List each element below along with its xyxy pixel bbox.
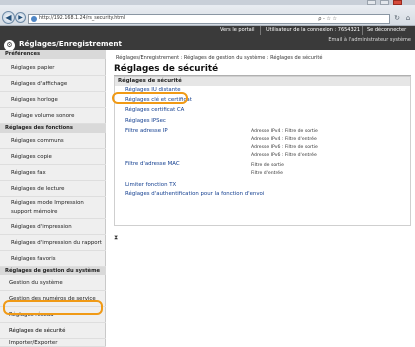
back-icon[interactable]: ◀ — [2, 11, 15, 24]
address-bar[interactable]: http://192.168.1.24/rs_security.html ρ -… — [28, 14, 390, 24]
url-text: http://192.168.1.24/rs_security.html — [39, 16, 126, 21]
sidebar-item-paper[interactable]: Réglages papier — [0, 60, 106, 76]
ip-filter-note: Adresse IPv4 : Filtre de sortie — [251, 129, 318, 134]
sidebar-item-clock[interactable]: Réglages horloge — [0, 92, 106, 108]
admin-email-link[interactable]: Email à l'administrateur système — [328, 37, 411, 43]
sidebar-item-print[interactable]: Réglages d'impression — [0, 219, 106, 235]
link-limit-tx[interactable]: Limiter fonction TX — [125, 182, 176, 188]
sidebar-item-display[interactable]: Réglages d'affichage — [0, 76, 106, 92]
sidebar-item-copy[interactable]: Réglages copie — [0, 149, 106, 165]
sidebar-section-functions: Réglages des fonctions — [0, 124, 106, 133]
home-icon[interactable]: ⌂ — [404, 14, 412, 23]
header-divider — [362, 26, 363, 35]
ip-filter-note: Adresse IPv4 : Filtre d'entrée — [251, 137, 317, 142]
sidebar-item-security[interactable]: Réglages de sécurité — [0, 323, 106, 339]
sidebar-section-system: Réglages de gestion du système — [0, 267, 106, 275]
link-ca-certificate[interactable]: Réglages certificat CA — [125, 107, 184, 113]
link-ip-filter[interactable]: Filtre adresse IP — [125, 128, 168, 134]
sidebar-item-common[interactable]: Réglages communs — [0, 133, 106, 149]
breadcrumb: Réglages/Enregistrement : Réglages de ge… — [116, 55, 323, 61]
mac-filter-note: Filtre de sortie — [251, 163, 284, 168]
security-highlight-ring — [3, 300, 103, 315]
back-to-top-icon[interactable]: ⧗ — [114, 234, 118, 242]
portal-link[interactable]: Vers le portail — [220, 27, 255, 33]
key-certificate-highlight-ring — [112, 92, 188, 104]
link-send-authentication[interactable]: Réglages d'authentification pour la fonc… — [125, 191, 264, 197]
main-content: Réglages/Enregistrement : Réglages de ge… — [106, 50, 415, 347]
sidebar: Préférences Réglages papier Réglages d'a… — [0, 50, 106, 347]
app-title: Réglages/Enregistrement — [19, 39, 122, 48]
logout-link[interactable]: Se déconnecter — [367, 27, 406, 33]
link-mac-filter[interactable]: Filtre d'adresse MAC — [125, 161, 180, 167]
sidebar-item-report-print[interactable]: Réglages d'impression du rapport — [0, 235, 106, 251]
login-user: Utilisateur de la connexion : 7654321 — [266, 27, 361, 33]
link-ipsec[interactable]: Réglages IPSec — [125, 118, 166, 124]
sidebar-item-favorites[interactable]: Réglages favoris — [0, 251, 106, 267]
sidebar-section-preferences: Préférences — [0, 50, 106, 59]
forward-icon[interactable]: ▶ — [15, 12, 26, 23]
header-divider — [260, 26, 261, 35]
mac-filter-note: Filtre d'entrée — [251, 171, 283, 176]
app-header: Vers le portail Utilisateur de la connex… — [0, 26, 415, 51]
search-controls[interactable]: ρ - ☆ ☆ — [318, 16, 337, 22]
sidebar-item-scan[interactable]: Réglages de lecture — [0, 181, 106, 197]
page-title: Réglages de sécurité — [114, 64, 219, 74]
sidebar-item-fax[interactable]: Réglages fax — [0, 165, 106, 181]
panel-title: Réglages de sécurité — [115, 77, 410, 86]
sidebar-item-import-export[interactable]: Importer/Exporter — [0, 339, 106, 347]
ip-filter-note: Adresse IPv6 : Filtre d'entrée — [251, 153, 317, 158]
sidebar-item-system-management[interactable]: Gestion du système — [0, 275, 106, 291]
ip-filter-note: Adresse IPv6 : Filtre de sortie — [251, 145, 318, 150]
globe-icon — [31, 16, 37, 22]
refresh-icon[interactable]: ↻ — [393, 14, 401, 23]
sidebar-item-memory-print[interactable]: Réglages mode Impression support mémoire — [0, 197, 106, 219]
sidebar-item-volume[interactable]: Réglage volume sonore — [0, 108, 106, 124]
browser-toolbar: ◀ ▶ http://192.168.1.24/rs_security.html… — [0, 5, 415, 26]
